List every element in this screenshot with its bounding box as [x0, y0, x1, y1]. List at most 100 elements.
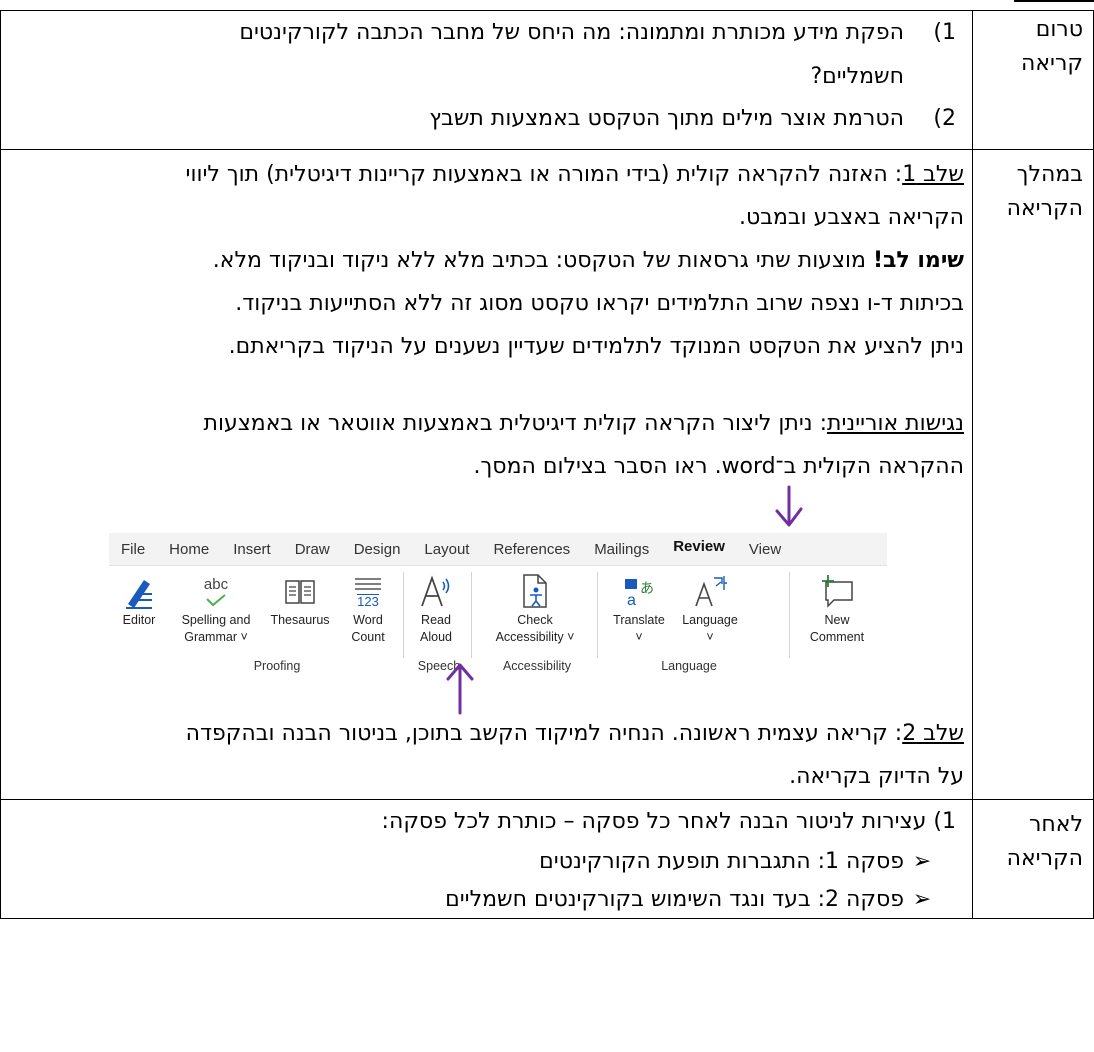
word-count-icon [355, 577, 381, 590]
arrow-down-icon [775, 485, 803, 527]
check-icon [206, 594, 226, 607]
spelling-grammar-button[interactable]: abc Spelling and Grammar ˅ [171, 572, 261, 646]
step2-text: : קריאה עצמית ראשונה. הנחיה למיקוד הקשב … [185, 721, 903, 746]
note-bold: שימו לב! [872, 248, 964, 273]
arrow-bullet-icon: ➢ [912, 849, 932, 874]
tab-home[interactable]: Home [169, 531, 209, 568]
bullet-item: ➢ פסקה 2: בעד ונגד השימוש בקורקינטים חשמ… [1, 882, 940, 918]
word-ribbon: File Home Insert Draw Design Layout Refe… [109, 531, 887, 673]
read-aloud-button[interactable]: Read Aloud [407, 572, 465, 646]
accessibility-icon [523, 574, 547, 608]
tab-insert[interactable]: Insert [233, 531, 271, 568]
read-aloud-icon [421, 575, 450, 607]
language-button[interactable]: Language ˅ [675, 572, 745, 646]
spelling-label: Spelling and [181, 613, 251, 627]
after-item: 1) עצירות לניטור הבנה לאחר כל פסקה – כות… [381, 809, 956, 834]
separator [789, 572, 790, 658]
read-aloud-label: Read [421, 613, 451, 627]
tab-draw[interactable]: Draw [295, 531, 330, 568]
language-dropdown[interactable]: ˅ [675, 629, 745, 646]
word-count-label-2: Count [351, 630, 385, 644]
ribbon-menu: File Home Insert Draw Design Layout Refe… [109, 531, 887, 570]
screenshot-figure: File Home Insert Draw Design Layout Refe… [1, 485, 964, 715]
language-label: Language [682, 613, 738, 627]
book-icon [285, 580, 315, 604]
note-text: מוצעות שתי גרסאות של הטקסט: בכתיב מלא לל… [212, 248, 873, 273]
bullet-text: פסקה 2: בעד ונגד השימוש בקורקינטים חשמלי… [445, 887, 904, 912]
translate-icon: aあ [625, 579, 654, 609]
list-item-text: הטרמת אוצר מילים מתוך הטקסט באמצעות תשבץ [429, 106, 904, 131]
tab-view[interactable]: View [749, 531, 781, 568]
editor-label: Editor [122, 613, 156, 627]
row-content: 1) עצירות לניטור הבנה לאחר כל פסקה – כות… [0, 799, 973, 919]
arrow-bullet-icon: ➢ [912, 887, 932, 912]
row-content: שלב 1: האזנה להקראה קולית (בידי המורה או… [0, 149, 973, 800]
thesaurus-button[interactable]: Thesaurus [261, 572, 339, 629]
tab-mailings[interactable]: Mailings [594, 531, 649, 568]
separator [597, 572, 598, 658]
step2-label: שלב 2 [902, 721, 964, 746]
step2-paragraph: שלב 2: קריאה עצמית ראשונה. הנחיה למיקוד … [1, 715, 964, 752]
word-count-button[interactable]: 123 Word Count [339, 572, 397, 646]
new-comment-button[interactable]: New Comment [799, 572, 875, 646]
arrow-up-icon [446, 663, 474, 715]
tab-design[interactable]: Design [354, 531, 401, 568]
word-count-label: Word [353, 613, 383, 627]
spelling-label-2: Grammar ˅ [184, 630, 248, 644]
word-count-number: 123 [357, 593, 379, 609]
check-label: Check [517, 613, 553, 627]
translate-button[interactable]: aあ Translate ˅ [603, 572, 675, 646]
ribbon-tools: Editor abc Spelling and Grammar ˅ Thesau… [109, 565, 887, 673]
note-line: בכיתות ד-ו נצפה שרוב התלמידים יקראו טקסט… [235, 291, 964, 316]
tab-review[interactable]: Review [673, 528, 725, 570]
group-proofing: Proofing [253, 659, 301, 673]
step1-text-cont: הקריאה באצבע ובמבט. [739, 205, 964, 230]
check-label-2: Accessibility ˅ [495, 630, 575, 644]
step1-label: שלב 1 [902, 162, 964, 187]
editor-button[interactable]: Editor [109, 572, 169, 629]
new-comment-label-2: Comment [809, 630, 865, 644]
list-item-text: חשמליים? [810, 64, 904, 89]
svg-text:あ: あ [640, 581, 654, 597]
access-paragraph: נגישות אוריינית: ניתן ליצור הקראה קולית … [1, 405, 964, 442]
access-text: : ניתן ליצור הקראה קולית דיגיטלית באמצעו… [203, 411, 828, 436]
note-paragraph: שימו לב! מוצעות שתי גרסאות של הטקסט: בכת… [1, 242, 964, 279]
list-item: 2) הטרמת אוצר מילים מתוך הטקסט באמצעות ת… [1, 101, 964, 137]
separator [471, 572, 472, 658]
group-language: Language [661, 659, 717, 673]
list-item: 1) הפקת מידע מכותרת ומתמונה: מה היחס של … [1, 15, 964, 95]
editor-pen-icon [126, 580, 152, 609]
group-accessibility: Accessibility [502, 659, 572, 673]
row-label: לאחר הקריאה [972, 799, 1094, 919]
thesaurus-label: Thesaurus [270, 613, 330, 627]
step1-text: : האזנה להקראה קולית (בידי המורה או באמצ… [185, 162, 903, 187]
row-label: במהלך הקריאה [972, 149, 1094, 800]
access-label: נגישות אוריינית [827, 411, 964, 436]
check-accessibility-button[interactable]: Check Accessibility ˅ [483, 572, 587, 646]
new-comment-icon [822, 575, 853, 608]
access-text-cont: ההקראה הקולית ב־word. ראו הסבר בצילום המ… [473, 454, 965, 479]
tab-file[interactable]: File [121, 531, 145, 568]
list-number: 2) [933, 106, 956, 131]
svg-text:a: a [627, 592, 636, 609]
new-comment-label: New [824, 613, 850, 627]
translate-label: Translate [613, 613, 665, 627]
step1-paragraph: שלב 1: האזנה להקראה קולית (בידי המורה או… [1, 156, 964, 193]
top-rule [1014, 0, 1094, 4]
tab-references[interactable]: References [493, 531, 570, 568]
tab-layout[interactable]: Layout [424, 531, 469, 568]
document-page: טרום קריאה 1) הפקת מידע מכותרת ומתמונה: … [0, 0, 1094, 1052]
note-line: ניתן להציע את הטקסט המנוקד לתלמידים שעדי… [228, 334, 964, 359]
step2-text-cont: על הדיוק בקריאה. [789, 764, 964, 789]
list-number: 1) [933, 20, 956, 45]
bullet-item: ➢ פסקה 1: התגברות תופעת הקורקינטים [1, 844, 940, 880]
table-row: לאחר הקריאה 1) עצירות לניטור הבנה לאחר כ… [0, 799, 1094, 919]
bullet-text: פסקה 1: התגברות תופעת הקורקינטים [539, 849, 904, 874]
separator [403, 572, 404, 658]
lesson-table: טרום קריאה 1) הפקת מידע מכותרת ומתמונה: … [0, 10, 1094, 919]
row-label: טרום קריאה [972, 10, 1094, 150]
list-item-text: הפקת מידע מכותרת ומתמונה: מה היחס של מחב… [239, 20, 904, 45]
translate-dropdown[interactable]: ˅ [603, 629, 675, 646]
abc-icon: abc [203, 576, 229, 593]
table-row: במהלך הקריאה שלב 1: האזנה להקראה קולית (… [0, 149, 1094, 800]
